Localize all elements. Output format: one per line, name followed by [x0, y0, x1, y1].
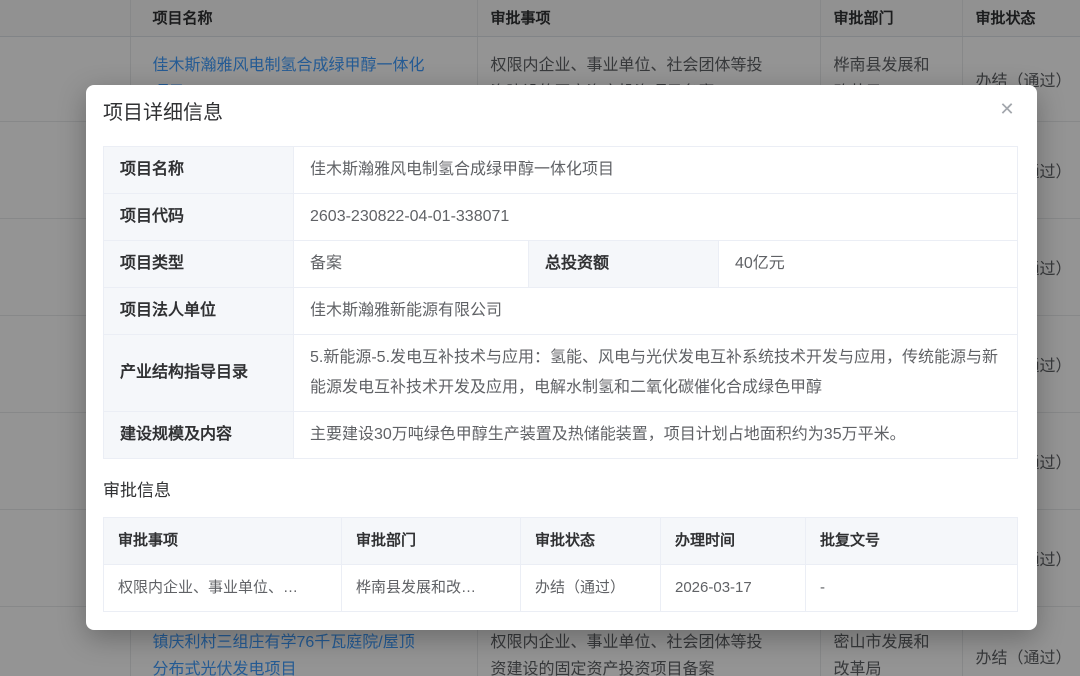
col-header-approval-dept: 审批部门 [342, 518, 521, 565]
detail-row-code: 项目代码 2603-230822-04-01-338071 [104, 194, 1018, 241]
detail-row-scale: 建设规模及内容 主要建设30万吨绿色甲醇生产装置及热储能装置，项目计划占地面积约… [104, 412, 1018, 459]
handle-time-cell: 2026-03-17 [661, 565, 806, 612]
approval-header-row: 审批事项 审批部门 审批状态 办理时间 批复文号 [104, 518, 1018, 565]
project-name-value: 佳木斯瀚雅风电制氢合成绿甲醇一体化项目 [294, 147, 1018, 194]
approval-dept-cell: 桦南县发展和改… [342, 565, 521, 612]
legal-entity-value: 佳木斯瀚雅新能源有限公司 [294, 288, 1018, 335]
field-label: 项目代码 [104, 194, 294, 241]
construction-scale-value: 主要建设30万吨绿色甲醇生产装置及热储能装置，项目计划占地面积约为35万平米。 [294, 412, 1018, 459]
close-icon[interactable]: ✕ [995, 97, 1019, 121]
project-detail-table: 项目名称 佳木斯瀚雅风电制氢合成绿甲醇一体化项目 项目代码 2603-23082… [103, 146, 1018, 459]
col-header-approval-status: 审批状态 [521, 518, 661, 565]
detail-row-name: 项目名称 佳木斯瀚雅风电制氢合成绿甲醇一体化项目 [104, 147, 1018, 194]
detail-row-industry: 产业结构指导目录 5.新能源-5.发电互补技术与应用：氢能、风电与光伏发电互补系… [104, 335, 1018, 412]
field-label: 项目名称 [104, 147, 294, 194]
approval-item-cell: 权限内企业、事业单位、… [104, 565, 342, 612]
project-code-value: 2603-230822-04-01-338071 [294, 194, 1018, 241]
col-header-reply-number: 批复文号 [806, 518, 1018, 565]
approval-info-table: 审批事项 审批部门 审批状态 办理时间 批复文号 权限内企业、事业单位、… 桦南… [103, 517, 1018, 612]
field-label: 建设规模及内容 [104, 412, 294, 459]
field-label: 总投资额 [529, 241, 719, 288]
approval-data-row: 权限内企业、事业单位、… 桦南县发展和改… 办结（通过） 2026-03-17 … [104, 565, 1018, 612]
field-label: 产业结构指导目录 [104, 335, 294, 412]
approval-info-heading: 审批信息 [103, 479, 1017, 503]
col-header-handle-time: 办理时间 [661, 518, 806, 565]
total-investment-value: 40亿元 [719, 241, 1018, 288]
col-header-approval-item: 审批事项 [104, 518, 342, 565]
project-type-value: 备案 [294, 241, 529, 288]
industry-catalog-value: 5.新能源-5.发电互补技术与应用：氢能、风电与光伏发电互补系统技术开发与应用，… [294, 335, 1018, 412]
field-label: 项目类型 [104, 241, 294, 288]
project-detail-dialog: ✕ 项目详细信息 项目名称 佳木斯瀚雅风电制氢合成绿甲醇一体化项目 项目代码 2… [86, 85, 1037, 630]
approval-status-cell: 办结（通过） [521, 565, 661, 612]
detail-row-type-invest: 项目类型 备案 总投资额 40亿元 [104, 241, 1018, 288]
field-label: 项目法人单位 [104, 288, 294, 335]
dialog-title: 项目详细信息 [103, 99, 1017, 127]
detail-row-legal: 项目法人单位 佳木斯瀚雅新能源有限公司 [104, 288, 1018, 335]
reply-number-cell: - [806, 565, 1018, 612]
